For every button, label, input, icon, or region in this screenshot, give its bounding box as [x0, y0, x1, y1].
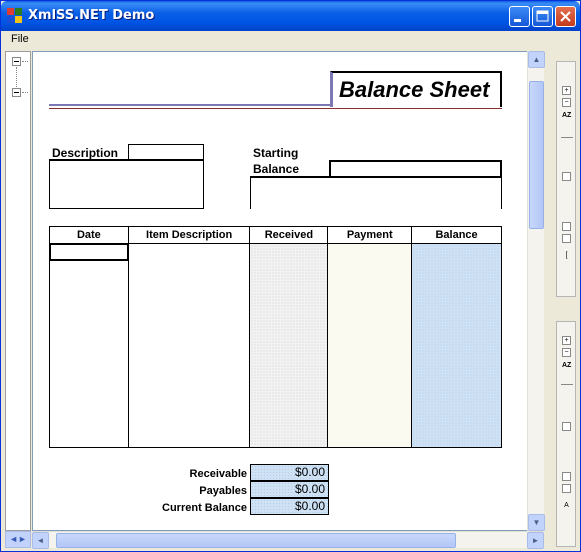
- tree-expand-icon[interactable]: [12, 57, 21, 66]
- maximize-button[interactable]: [532, 6, 553, 27]
- divider: [561, 137, 573, 138]
- item-description-column-cells[interactable]: [127, 243, 251, 448]
- categorized-icon[interactable]: +: [562, 86, 571, 95]
- starting-balance-area[interactable]: [250, 176, 502, 209]
- vertical-scrollbar[interactable]: ▲ ▼: [527, 51, 545, 531]
- title-divider: [49, 104, 331, 106]
- scroll-up-icon[interactable]: ▲: [528, 51, 545, 68]
- minimize-icon: [514, 19, 521, 22]
- property-grid-bottom[interactable]: + − AZ A: [556, 321, 576, 547]
- current-balance-value[interactable]: $0.00: [250, 498, 329, 515]
- vertical-scroll-thumb[interactable]: [529, 81, 544, 229]
- divider: [561, 384, 573, 385]
- property-icon[interactable]: [562, 234, 571, 243]
- menu-bar: File: [2, 31, 580, 49]
- property-icon[interactable]: [562, 172, 571, 181]
- text-icon: A: [564, 502, 569, 509]
- current-balance-label: Current Balance: [162, 502, 247, 514]
- categorized-icon[interactable]: −: [562, 348, 571, 357]
- balance-column-cells[interactable]: [411, 243, 502, 448]
- scroll-left-icon[interactable]: ◄: [32, 532, 49, 549]
- sheet-page: Balance Sheet Description Starting Balan…: [42, 54, 527, 529]
- app-icon[interactable]: [7, 8, 23, 24]
- column-header-balance[interactable]: Balance: [411, 226, 502, 244]
- title-bar[interactable]: XmlSS.NET Demo: [1, 1, 580, 31]
- categorized-icon[interactable]: −: [562, 98, 571, 107]
- description-area[interactable]: [49, 159, 204, 209]
- payables-label: Payables: [199, 485, 247, 497]
- tree-connector: [22, 61, 28, 62]
- sort-alpha-icon[interactable]: AZ: [562, 112, 571, 121]
- column-header-payment[interactable]: Payment: [327, 226, 413, 244]
- description-label: Description: [52, 146, 119, 160]
- horizontal-scrollbar[interactable]: ◄ ►: [32, 531, 544, 549]
- title-divider: [49, 108, 502, 109]
- property-panel: + − AZ [ + − AZ A: [552, 51, 579, 548]
- app-window: XmlSS.NET Demo File Balance Sheet Descri…: [0, 0, 581, 552]
- payables-value[interactable]: $0.00: [250, 481, 329, 498]
- property-icon[interactable]: [562, 472, 571, 481]
- payment-column-cells[interactable]: [327, 243, 413, 448]
- horizontal-scroll-thumb[interactable]: [56, 533, 456, 548]
- sheet-title: Balance Sheet: [339, 77, 490, 102]
- property-icon[interactable]: [562, 422, 571, 431]
- minimize-button[interactable]: [509, 6, 530, 27]
- menu-file[interactable]: File: [11, 33, 29, 45]
- column-header-item-description[interactable]: Item Description: [127, 226, 251, 244]
- sheet-title-box[interactable]: Balance Sheet: [330, 71, 502, 107]
- categorized-icon[interactable]: +: [562, 336, 571, 345]
- column-header-date[interactable]: Date: [49, 226, 129, 244]
- close-icon: [560, 11, 571, 22]
- scroll-down-icon[interactable]: ▼: [528, 514, 545, 531]
- scroll-right-icon[interactable]: ►: [527, 532, 544, 549]
- maximize-icon: [536, 10, 549, 22]
- sort-alpha-icon[interactable]: AZ: [562, 362, 571, 371]
- starting-balance-label-1: Starting: [253, 146, 299, 160]
- tree-connector: [22, 92, 28, 93]
- date-column-cells[interactable]: [49, 243, 129, 448]
- column-header-received[interactable]: Received: [249, 226, 329, 244]
- receivable-value[interactable]: $0.00: [250, 464, 329, 481]
- property-icon[interactable]: [562, 222, 571, 231]
- bracket-icon: [: [565, 252, 568, 259]
- property-grid-top[interactable]: + − AZ [: [556, 61, 576, 297]
- received-column-cells[interactable]: [249, 243, 329, 448]
- starting-balance-label-2: Balance: [253, 162, 300, 176]
- tree-expand-icon[interactable]: [12, 88, 21, 97]
- window-title: XmlSS.NET Demo: [28, 8, 155, 23]
- close-button[interactable]: [555, 6, 576, 27]
- tree-scroll-icon[interactable]: ◄►: [5, 531, 31, 548]
- tree-panel: [5, 51, 31, 531]
- active-cell-cursor[interactable]: [49, 243, 129, 261]
- receivable-label: Receivable: [189, 468, 247, 480]
- spreadsheet-view[interactable]: Balance Sheet Description Starting Balan…: [32, 51, 544, 531]
- property-icon[interactable]: [562, 484, 571, 493]
